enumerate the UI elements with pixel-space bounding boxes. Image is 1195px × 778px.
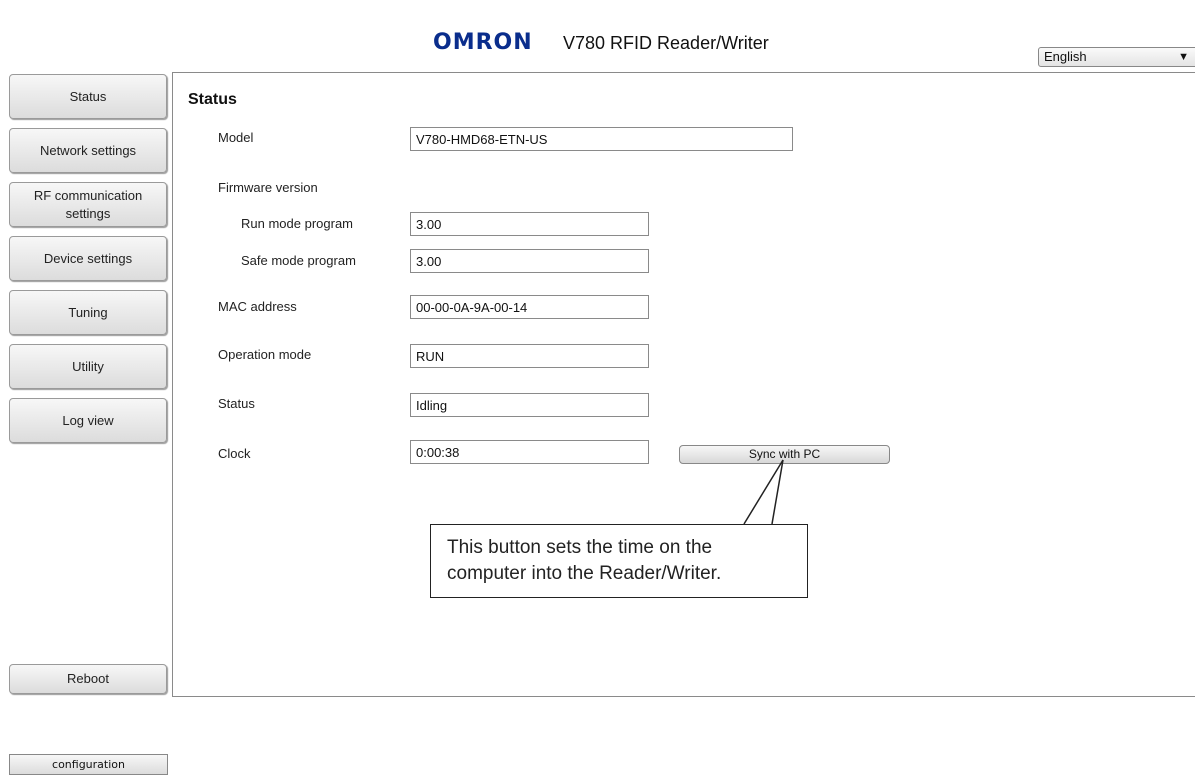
nav-status-button[interactable]: Status [9,74,167,119]
operation-mode-field: RUN [410,344,649,368]
nav-log-view-button[interactable]: Log view [9,398,167,443]
mac-address-field: 00-00-0A-9A-00-14 [410,295,649,319]
callout-line-2: computer into the Reader/Writer. [447,563,722,584]
page-title: Status [188,91,237,108]
callout-line-1: This button sets the time on the [447,537,713,558]
status-panel [172,72,1195,697]
nav-device-settings-button[interactable]: Device settings [9,236,167,281]
model-field: V780-HMD68-ETN-US [410,127,793,151]
callout-box: This button sets the time on the compute… [430,524,808,598]
language-select[interactable]: English ▼ [1038,47,1195,67]
mac-address-label: MAC address [218,299,297,314]
safe-mode-program-field: 3.00 [410,249,649,273]
safe-mode-program-label: Safe mode program [241,253,356,268]
nav-rf-communication-settings-button[interactable]: RF communication settings [9,182,167,227]
clock-label: Clock [218,446,251,461]
run-mode-program-field: 3.00 [410,212,649,236]
configuration-button[interactable]: configuration [9,754,168,775]
clock-field: 0:00:38 [410,440,649,464]
firmware-version-label: Firmware version [218,180,318,195]
dropdown-arrow-icon: ▼ [1178,51,1189,63]
status-label: Status [218,396,255,411]
nav-utility-button[interactable]: Utility [9,344,167,389]
status-field: Idling [410,393,649,417]
language-selected-value: English [1044,49,1087,64]
run-mode-program-label: Run mode program [241,216,353,231]
model-label: Model [218,130,254,145]
page-header-title: V780 RFID Reader/Writer [563,33,769,53]
reboot-button[interactable]: Reboot [9,664,167,694]
omron-logo: OMRON [433,30,533,55]
nav-network-settings-button[interactable]: Network settings [9,128,167,173]
nav-tuning-button[interactable]: Tuning [9,290,167,335]
operation-mode-label: Operation mode [218,347,312,362]
sync-with-pc-button[interactable]: Sync with PC [679,445,890,464]
